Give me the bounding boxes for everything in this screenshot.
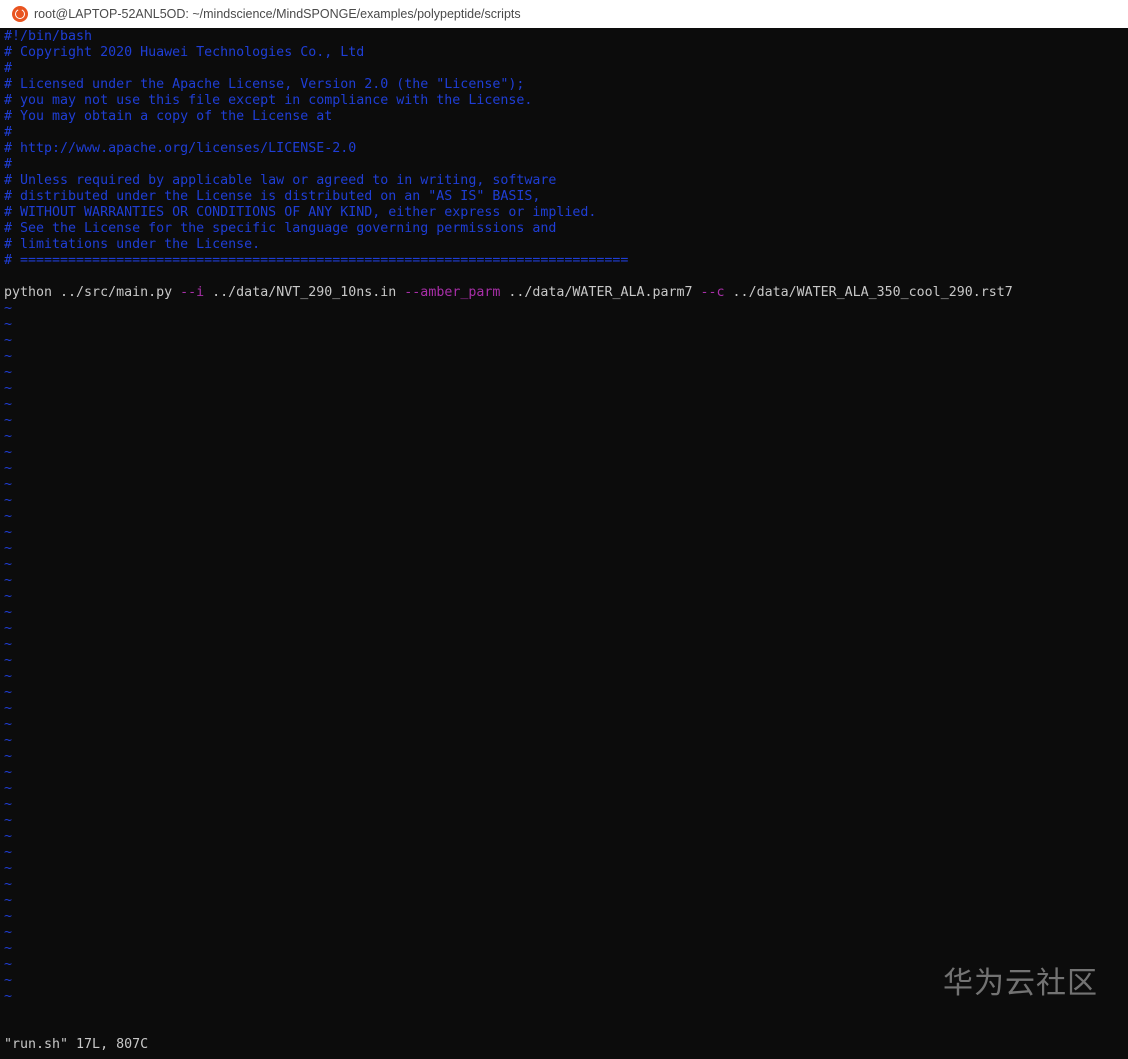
comment-line: # ======================================… <box>4 253 629 268</box>
empty-line-marker: ~ <box>4 845 13 860</box>
window-title: root@LAPTOP-52ANL5OD: ~/mindscience/Mind… <box>34 7 521 21</box>
empty-line-marker: ~ <box>4 557 13 572</box>
empty-line-marker: ~ <box>4 893 13 908</box>
empty-line-marker: ~ <box>4 525 13 540</box>
empty-line-marker: ~ <box>4 397 13 412</box>
empty-line-marker: ~ <box>4 445 13 460</box>
empty-line-marker: ~ <box>4 797 13 812</box>
comment-line: # limitations under the License. <box>4 237 261 252</box>
comment-line: # WITHOUT WARRANTIES OR CONDITIONS OF AN… <box>4 205 597 220</box>
comment-line: # Copyright 2020 Huawei Technologies Co.… <box>4 45 365 60</box>
empty-line-marker: ~ <box>4 669 13 684</box>
empty-line-marker: ~ <box>4 493 13 508</box>
command-text: python ../src/main.py <box>4 285 181 300</box>
empty-line-marker: ~ <box>4 413 13 428</box>
comment-line: #!/bin/bash <box>4 29 93 44</box>
empty-line-marker: ~ <box>4 749 13 764</box>
empty-line-marker: ~ <box>4 733 13 748</box>
empty-line-marker: ~ <box>4 301 13 316</box>
empty-line-marker: ~ <box>4 605 13 620</box>
flag-amber-parm: --amber_parm <box>404 285 501 300</box>
empty-line-marker: ~ <box>4 333 13 348</box>
flag-c: --c <box>700 285 725 300</box>
comment-line: # distributed under the License is distr… <box>4 189 541 204</box>
empty-line-marker: ~ <box>4 589 13 604</box>
empty-line-marker: ~ <box>4 813 13 828</box>
empty-line-marker: ~ <box>4 877 13 892</box>
empty-line-marker: ~ <box>4 957 13 972</box>
command-line: python ../src/main.py --i ../data/NVT_29… <box>4 285 1013 301</box>
empty-lines: ~ ~ ~ ~ ~ ~ ~ ~ ~ ~ ~ ~ ~ ~ ~ ~ ~ ~ ~ ~ ~ ~ ~ ~ ~ ~ ~ ~ ~ ~ ~ ~ ~ ~ ~ ~ ~ ~ ~ ~… <box>4 301 1013 1005</box>
empty-line-marker: ~ <box>4 653 13 668</box>
arg-amber-parm: ../data/WATER_ALA.parm7 <box>500 285 701 300</box>
empty-line-marker: ~ <box>4 509 13 524</box>
empty-line-marker: ~ <box>4 541 13 556</box>
flag-i: --i <box>180 285 205 300</box>
comment-line: # http://www.apache.org/licenses/LICENSE… <box>4 141 357 156</box>
empty-line-marker: ~ <box>4 717 13 732</box>
empty-line-marker: ~ <box>4 637 13 652</box>
terminal-area[interactable]: #!/bin/bash # Copyright 2020 Huawei Techn… <box>0 28 1128 1059</box>
arg-i: ../data/NVT_290_10ns.in <box>204 285 405 300</box>
empty-line-marker: ~ <box>4 317 13 332</box>
empty-line-marker: ~ <box>4 477 13 492</box>
comment-line: # <box>4 61 13 76</box>
empty-line-marker: ~ <box>4 941 13 956</box>
comment-line: # Unless required by applicable law or a… <box>4 173 557 188</box>
comment-line: # <box>4 125 13 140</box>
empty-line-marker: ~ <box>4 973 13 988</box>
empty-line-marker: ~ <box>4 621 13 636</box>
empty-line-marker: ~ <box>4 461 13 476</box>
status-line: "run.sh" 17L, 807C <box>4 1037 149 1052</box>
editor-buffer[interactable]: #!/bin/bash # Copyright 2020 Huawei Techn… <box>4 29 1013 1005</box>
comment-line: # you may not use this file except in co… <box>4 93 533 108</box>
arg-c: ../data/WATER_ALA_350_cool_290.rst7 <box>724 285 1013 300</box>
comment-line: # You may obtain a copy of the License a… <box>4 109 333 124</box>
empty-line-marker: ~ <box>4 685 13 700</box>
comment-line: # <box>4 157 13 172</box>
comment-line: # Licensed under the Apache License, Ver… <box>4 77 525 92</box>
empty-line-marker: ~ <box>4 781 13 796</box>
empty-line-marker: ~ <box>4 909 13 924</box>
empty-line-marker: ~ <box>4 861 13 876</box>
comment-line: # See the License for the specific langu… <box>4 221 557 236</box>
empty-line-marker: ~ <box>4 365 13 380</box>
empty-line-marker: ~ <box>4 829 13 844</box>
window-titlebar[interactable]: root@LAPTOP-52ANL5OD: ~/mindscience/Mind… <box>0 0 1128 28</box>
empty-line-marker: ~ <box>4 701 13 716</box>
empty-line-marker: ~ <box>4 989 13 1004</box>
ubuntu-icon <box>12 6 28 22</box>
empty-line-marker: ~ <box>4 925 13 940</box>
empty-line-marker: ~ <box>4 349 13 364</box>
empty-line-marker: ~ <box>4 381 13 396</box>
empty-line-marker: ~ <box>4 429 13 444</box>
empty-line-marker: ~ <box>4 573 13 588</box>
watermark: 华为云社区 <box>943 966 1098 1001</box>
empty-line-marker: ~ <box>4 765 13 780</box>
